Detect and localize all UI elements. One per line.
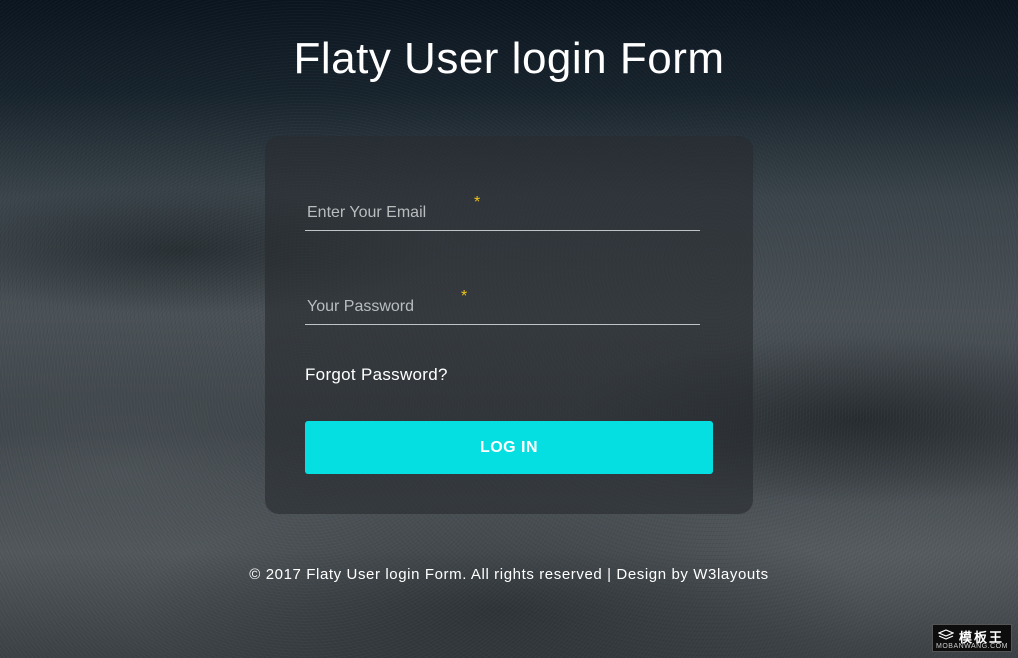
login-button[interactable]: LOG IN	[305, 421, 713, 474]
password-required-marker: *	[461, 288, 468, 305]
forgot-password-link[interactable]: Forgot Password?	[305, 365, 448, 385]
password-field-wrapper: *	[305, 272, 700, 325]
login-card: * * Forgot Password? LOG IN	[265, 136, 753, 514]
watermark-badge[interactable]: 模板王 MOBANWANG.COM	[932, 624, 1012, 652]
login-page: Flaty User login Form * * Forgot Passwor…	[0, 0, 1018, 658]
email-field-wrapper: *	[305, 178, 700, 231]
password-input[interactable]	[305, 298, 669, 316]
footer-copyright: © 2017 Flaty User login Form. All rights…	[249, 566, 769, 583]
stack-icon	[938, 629, 954, 640]
page-title: Flaty User login Form	[293, 34, 725, 83]
watermark-en-text: MOBANWANG.COM	[936, 643, 1008, 650]
email-required-marker: *	[474, 194, 481, 211]
email-input[interactable]	[305, 204, 669, 222]
